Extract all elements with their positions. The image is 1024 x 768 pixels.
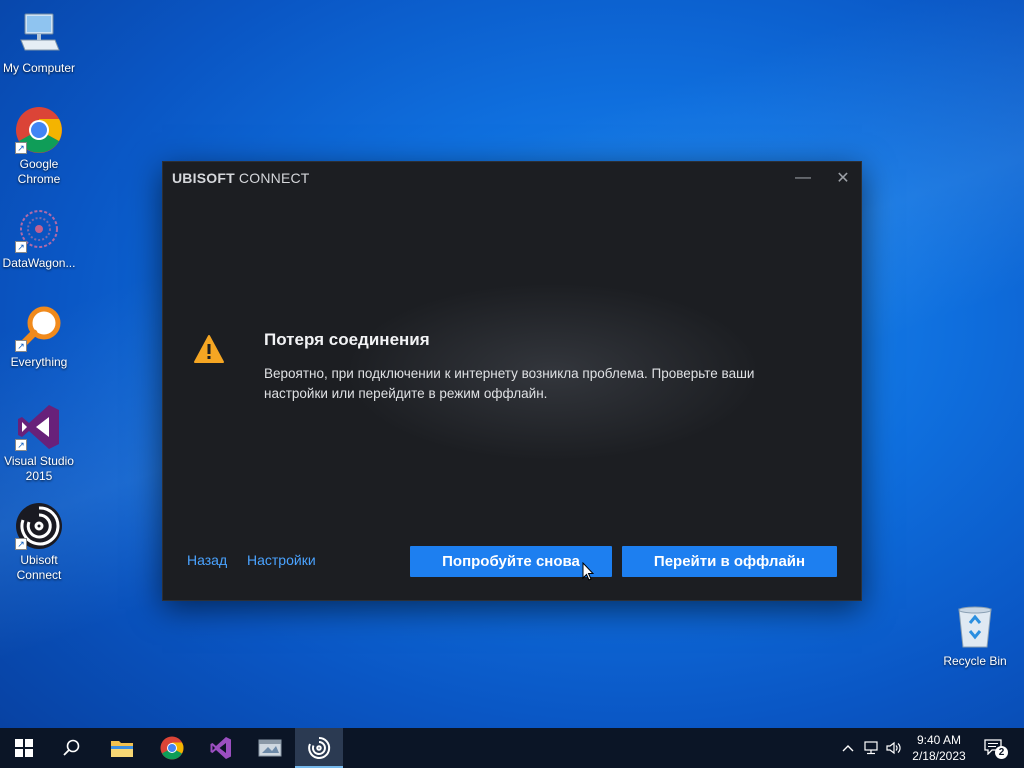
network-icon xyxy=(864,741,878,755)
close-button[interactable]: ✕ xyxy=(829,166,857,190)
minimize-button[interactable]: — xyxy=(789,166,817,190)
visual-studio-icon xyxy=(210,737,231,759)
mouse-cursor-icon xyxy=(582,561,595,582)
taskbar-visual-studio[interactable] xyxy=(197,728,245,768)
datawagon-icon: ↗ xyxy=(15,205,63,253)
taskbar: 9:40 AM 2/18/2023 2 xyxy=(0,728,1024,768)
app-window-icon xyxy=(258,739,282,757)
taskbar-google-chrome[interactable] xyxy=(148,728,196,768)
shortcut-arrow-icon: ↗ xyxy=(15,241,27,253)
speaker-icon xyxy=(886,741,901,755)
shortcut-arrow-icon: ↗ xyxy=(15,142,27,154)
desktop-icon-label: Visual Studio 2015 xyxy=(4,454,74,483)
notification-count-badge: 2 xyxy=(995,746,1008,759)
desktop-icon-label: DataWagon... xyxy=(2,256,76,270)
desktop-icon-visual-studio[interactable]: ↗ Visual Studio 2015 xyxy=(0,403,78,484)
ubisoft-icon xyxy=(308,736,331,759)
desktop-icon-label: Everything xyxy=(10,355,68,369)
go-offline-button[interactable]: Перейти в оффлайн xyxy=(622,546,837,577)
clock-time: 9:40 AM xyxy=(916,733,962,747)
computer-icon xyxy=(15,10,63,58)
show-hidden-icons-button[interactable] xyxy=(838,728,858,768)
folder-icon xyxy=(111,741,133,757)
chrome-icon xyxy=(160,736,184,760)
shortcut-arrow-icon: ↗ xyxy=(15,538,27,550)
back-link[interactable]: Назад xyxy=(187,552,227,568)
notifications-icon: 2 xyxy=(984,739,1008,759)
chrome-icon: ↗ xyxy=(15,106,63,154)
ubisoft-icon: ↗ xyxy=(15,502,63,550)
action-center-button[interactable]: 2 xyxy=(980,728,1010,768)
search-button[interactable] xyxy=(48,728,96,768)
desktop-icon-label: Google Chrome xyxy=(17,157,61,186)
settings-link[interactable]: Настройки xyxy=(247,552,316,568)
window-titlebar[interactable]: UBISOFT CONNECT xyxy=(163,162,861,194)
taskbar-app-window[interactable] xyxy=(246,728,294,768)
desktop-icon-google-chrome[interactable]: ↗ Google Chrome xyxy=(0,106,78,187)
taskbar-file-explorer[interactable] xyxy=(98,728,146,768)
desktop-icon-label: My Computer xyxy=(2,61,76,75)
network-button[interactable] xyxy=(862,728,882,768)
desktop-icon-label: Ubisoft Connect xyxy=(16,553,62,582)
search-icon xyxy=(63,739,80,756)
shortcut-arrow-icon: ↗ xyxy=(15,439,27,451)
clock-date: 2/18/2023 xyxy=(912,749,966,763)
visual-studio-icon: ↗ xyxy=(15,403,63,451)
desktop-icon-ubisoft-connect[interactable]: ↗ Ubisoft Connect xyxy=(0,502,78,583)
window-brand: UBISOFT CONNECT xyxy=(172,170,310,186)
desktop-icon-label: Recycle Bin xyxy=(943,654,1007,668)
volume-button[interactable] xyxy=(884,728,904,768)
dialog-title: Потеря соединения xyxy=(264,330,430,349)
desktop-icon-datawagon[interactable]: ↗ DataWagon... xyxy=(0,205,78,271)
shortcut-arrow-icon: ↗ xyxy=(15,340,27,352)
ubisoft-connect-window: UBISOFT CONNECT — ✕ Потеря соединения Ве… xyxy=(162,161,862,601)
warning-icon xyxy=(193,334,225,364)
windows-logo-icon xyxy=(15,739,33,757)
chevron-up-icon xyxy=(842,745,854,752)
taskbar-ubisoft-connect[interactable] xyxy=(295,728,343,768)
desktop-icon-recycle-bin[interactable]: Recycle Bin xyxy=(936,603,1014,669)
desktop-icon-my-computer[interactable]: My Computer xyxy=(0,10,78,76)
dialog-message: Вероятно, при подключении к интернету во… xyxy=(264,366,755,401)
desktop-icon-everything[interactable]: ↗ Everything xyxy=(0,304,78,370)
magnifier-icon: ↗ xyxy=(15,304,63,352)
recycle-bin-icon xyxy=(951,603,999,651)
taskbar-clock[interactable]: 9:40 AM 2/18/2023 xyxy=(905,732,973,764)
start-button[interactable] xyxy=(0,728,48,768)
